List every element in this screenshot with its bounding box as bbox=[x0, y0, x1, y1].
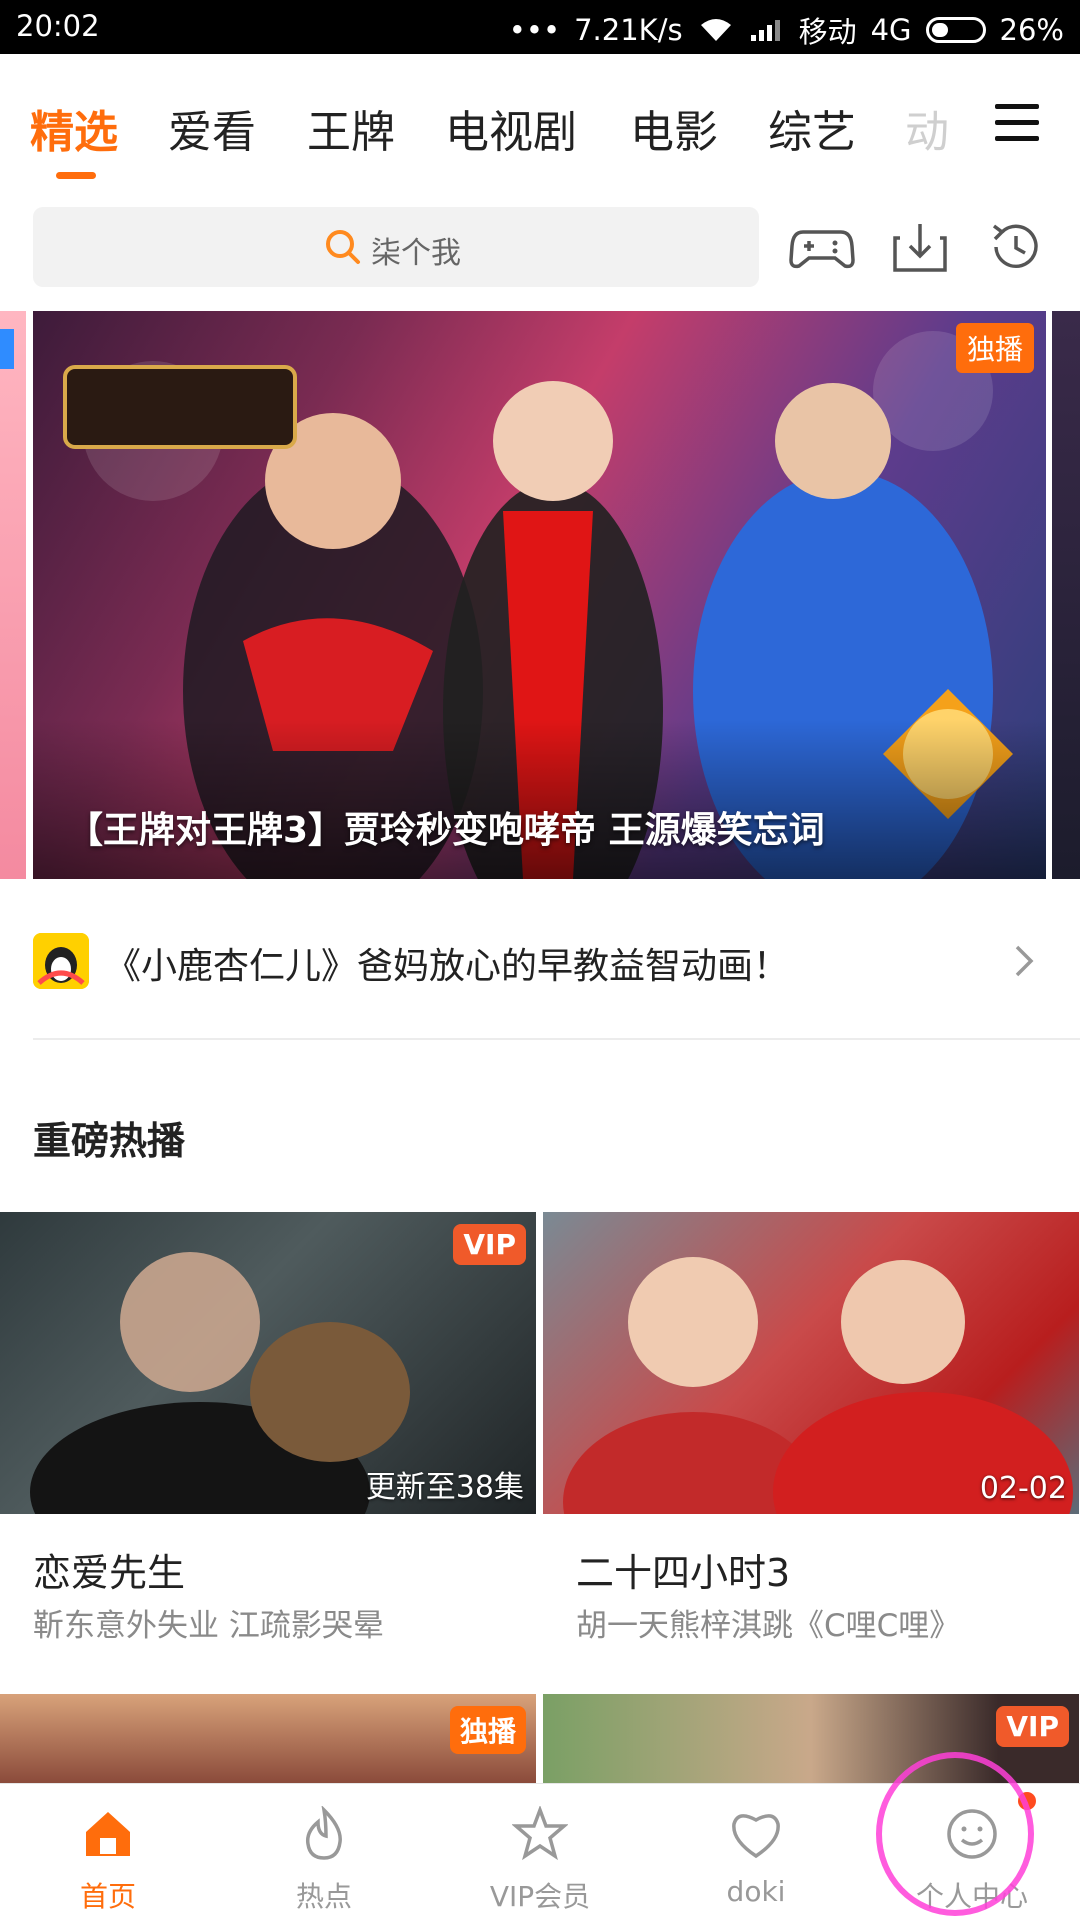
card-title[interactable]: 二十四小时3 bbox=[576, 1542, 790, 1597]
carrier: 移动 bbox=[798, 15, 857, 49]
air-date: 02-02 bbox=[979, 1471, 1067, 1506]
thumbnail-image bbox=[563, 1257, 1073, 1514]
banner-next-peek[interactable] bbox=[1052, 311, 1080, 879]
search-placeholder: 柒个我 bbox=[371, 236, 461, 271]
tab-variety[interactable]: 综艺 bbox=[768, 96, 856, 160]
section-title: 重磅热播 bbox=[33, 1119, 186, 1163]
tab-jingxuan[interactable]: 精选 bbox=[30, 96, 118, 160]
nav-doki-label: doki bbox=[726, 1875, 786, 1908]
banner-title: 【王牌对王牌3】贾玲秒变咆哮帝 王源爆笑忘词 bbox=[67, 810, 825, 851]
menu-icon[interactable] bbox=[995, 104, 1039, 144]
vip-badge: VIP bbox=[453, 1224, 526, 1265]
hero-banner[interactable]: 独播 【王牌对王牌3】贾玲秒变咆哮帝 王源爆笑忘词 bbox=[33, 311, 1046, 879]
vip-badge: VIP bbox=[996, 1706, 1069, 1747]
home-icon bbox=[86, 1812, 130, 1856]
vip-star-icon bbox=[512, 1806, 568, 1861]
history-icon[interactable] bbox=[982, 220, 1048, 274]
network-type: 4G bbox=[870, 13, 912, 47]
card-title[interactable]: 恋爱先生 bbox=[33, 1542, 185, 1597]
nav-doki[interactable]: doki bbox=[648, 1784, 864, 1920]
status-right: ••• 7.21K/s 移动 4G 26% bbox=[509, 9, 1064, 51]
divider bbox=[33, 1038, 1080, 1040]
show-logo bbox=[63, 365, 297, 449]
active-tab-indicator bbox=[56, 172, 96, 179]
status-time: 20:02 bbox=[16, 9, 100, 43]
nav-home[interactable]: 首页 bbox=[0, 1784, 216, 1920]
nav-home-label: 首页 bbox=[79, 1880, 136, 1913]
nav-vip[interactable]: VIP会员 bbox=[432, 1784, 648, 1920]
search-icon bbox=[326, 230, 360, 264]
status-bar: 20:02 ••• 7.21K/s 移动 4G 26% bbox=[0, 0, 1080, 54]
tab-tv-series[interactable]: 电视剧 bbox=[445, 96, 577, 160]
status-dots: ••• bbox=[508, 13, 561, 47]
video-thumbnail[interactable]: 独播 bbox=[0, 1694, 536, 1784]
tab-movies[interactable]: 电影 bbox=[630, 96, 718, 160]
category-tabs: 精选 爱看 王牌 电视剧 电影 综艺 动 bbox=[0, 54, 1080, 184]
video-thumbnail[interactable]: 02-02 bbox=[543, 1212, 1079, 1514]
battery-percent: 26% bbox=[999, 13, 1064, 47]
banner-prev-peek[interactable] bbox=[0, 311, 26, 879]
tab-wangpai[interactable]: 王牌 bbox=[307, 96, 395, 160]
battery-icon bbox=[925, 17, 986, 43]
promo-link[interactable]: 《小鹿杏仁儿》爸妈放心的早教益智动画！ bbox=[33, 925, 1047, 995]
card-subtitle: 靳东意外失业 江疏影哭晕 bbox=[33, 1608, 384, 1644]
penguin-icon bbox=[33, 933, 89, 989]
chevron-right-icon bbox=[1015, 945, 1034, 977]
episode-update: 更新至38集 bbox=[365, 1470, 524, 1505]
exclusive-badge: 独播 bbox=[449, 1706, 526, 1754]
signal-icon bbox=[750, 20, 780, 41]
nav-vip-label: VIP会员 bbox=[489, 1880, 591, 1913]
download-icon[interactable] bbox=[887, 220, 953, 274]
nav-hot-label: 热点 bbox=[295, 1880, 352, 1913]
doki-heart-icon bbox=[732, 1814, 780, 1859]
flame-icon bbox=[305, 1806, 342, 1860]
tab-aikan[interactable]: 爱看 bbox=[168, 96, 256, 160]
search-input[interactable]: 柒个我 bbox=[33, 207, 759, 287]
highlight-ring bbox=[876, 1752, 1034, 1916]
tab-anime[interactable]: 动 bbox=[905, 96, 949, 160]
promo-text: 《小鹿杏仁儿》爸妈放心的早教益智动画！ bbox=[105, 946, 790, 987]
network-speed: 7.21K/s bbox=[574, 13, 683, 47]
gamepad-icon[interactable] bbox=[789, 220, 855, 274]
wifi-icon bbox=[700, 19, 731, 41]
nav-hot[interactable]: 热点 bbox=[216, 1784, 432, 1920]
exclusive-badge: 独播 bbox=[955, 323, 1034, 373]
video-thumbnail[interactable]: VIP 更新至38集 bbox=[0, 1212, 536, 1514]
card-subtitle: 胡一天熊梓淇跳《C哩C哩》 bbox=[576, 1608, 961, 1644]
